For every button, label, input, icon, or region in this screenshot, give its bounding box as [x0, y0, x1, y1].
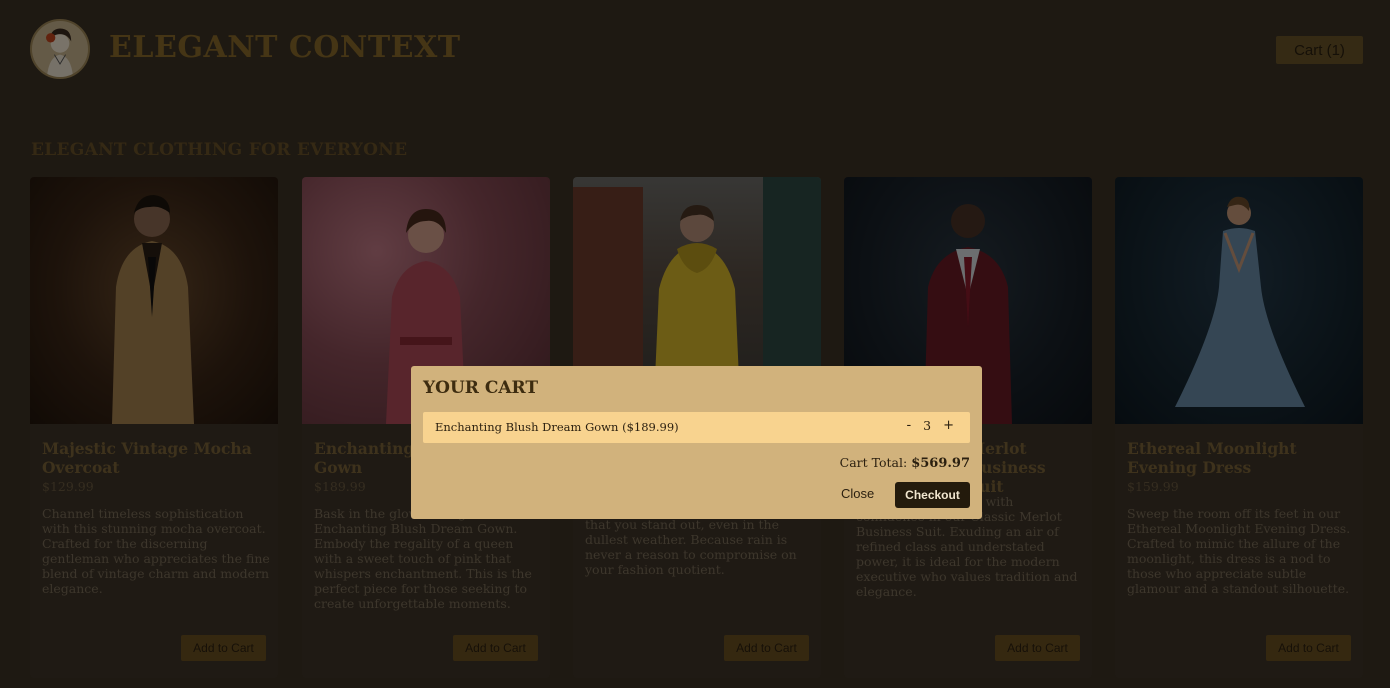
close-button[interactable]: Close	[841, 486, 874, 501]
modal-backdrop[interactable]	[0, 0, 1390, 688]
cart-modal: YOUR CART Enchanting Blush Dream Gown ($…	[411, 366, 982, 519]
checkout-button[interactable]: Checkout	[895, 482, 970, 508]
cart-item-label: Enchanting Blush Dream Gown ($189.99)	[435, 420, 679, 434]
decrease-quantity-button[interactable]: -	[904, 418, 913, 433]
cart-total: Cart Total: $569.97	[840, 455, 970, 471]
cart-item-row: Enchanting Blush Dream Gown ($189.99) - …	[423, 412, 970, 443]
increase-quantity-button[interactable]: +	[941, 418, 956, 433]
cart-total-label: Cart Total:	[839, 455, 912, 470]
quantity-stepper: - 3 +	[904, 418, 956, 433]
cart-total-value: $569.97	[911, 456, 970, 471]
quantity-value: 3	[923, 418, 932, 433]
cart-modal-title: YOUR CART	[423, 378, 539, 398]
